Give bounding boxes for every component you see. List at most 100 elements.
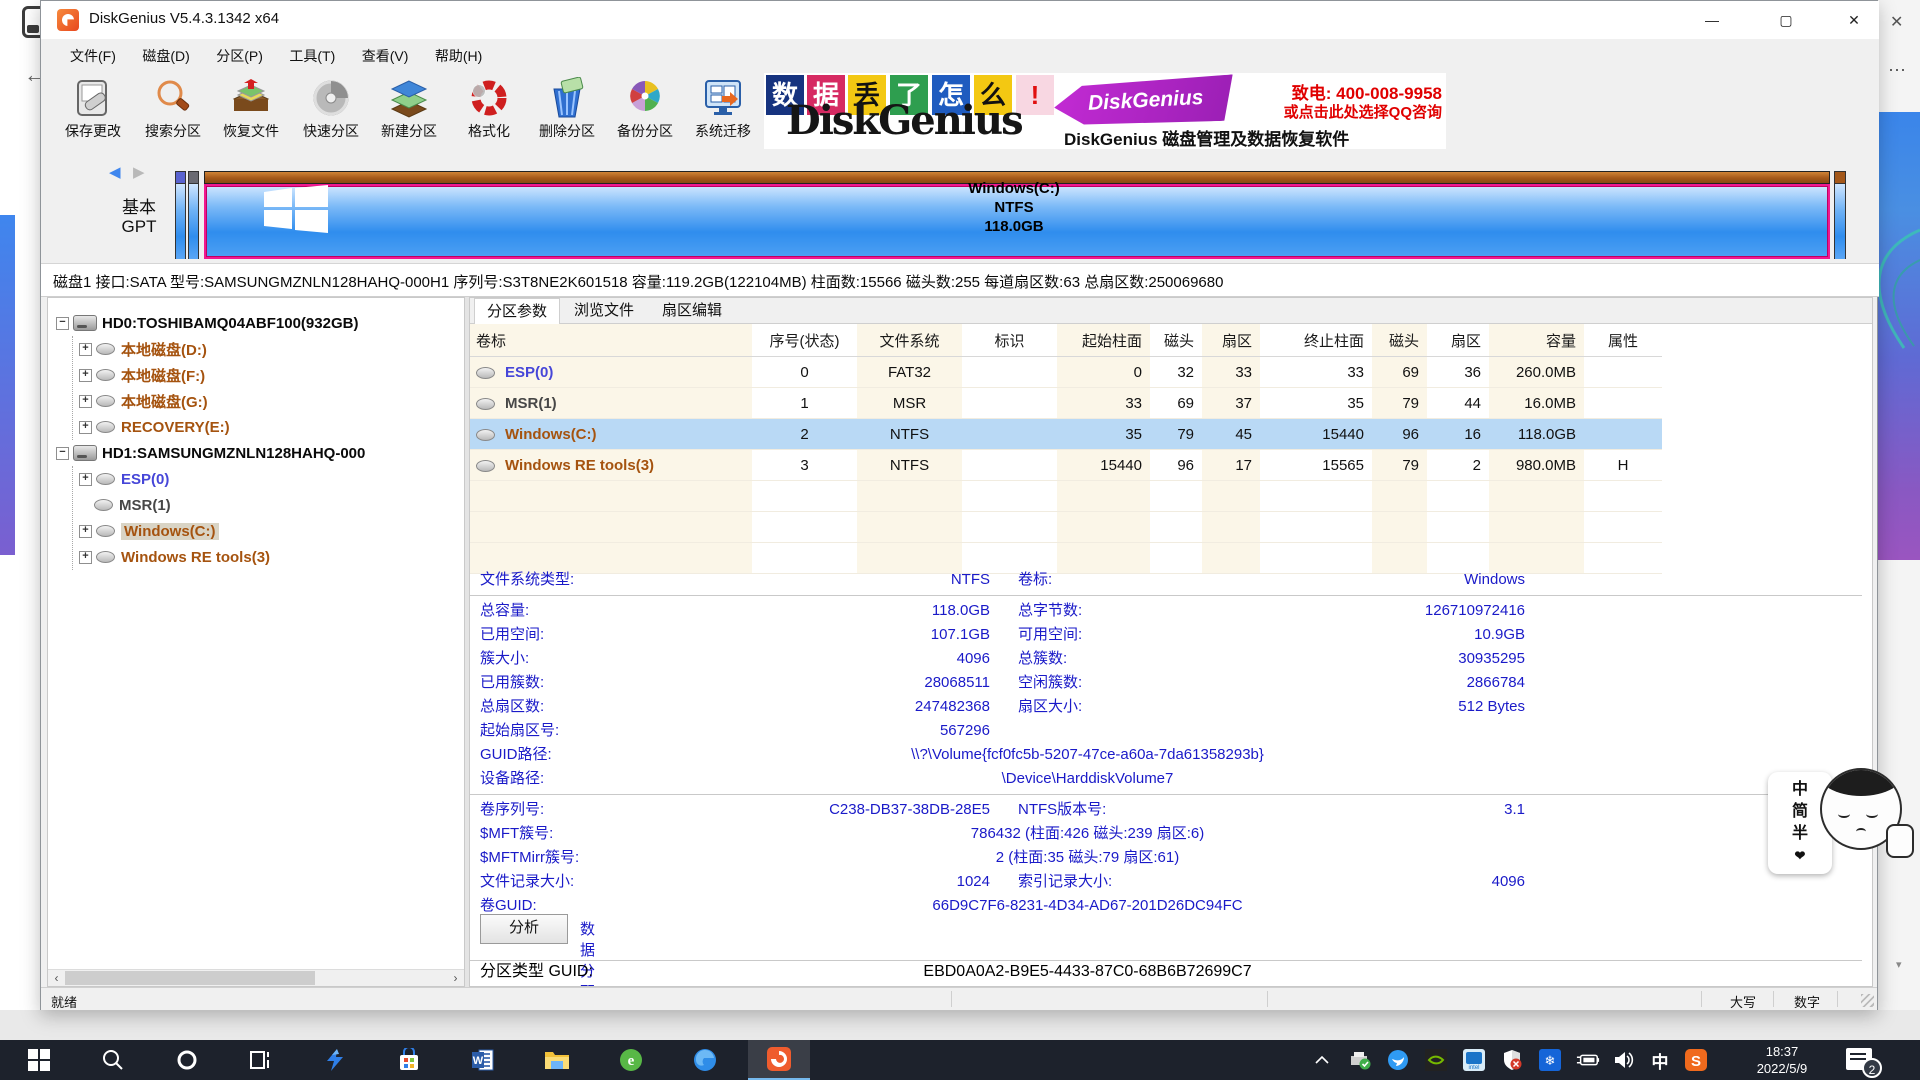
partition-scheme-label: GPT [99, 217, 179, 237]
promo-banner[interactable]: 数 据 丢 了 怎 么 ! DiskGenius DiskGenius 致电: … [764, 73, 1446, 149]
quick-partition-icon [310, 77, 352, 119]
heart-icon[interactable]: ❤ [1795, 846, 1806, 866]
tree-item-local-f[interactable]: + 本地磁盘(F:) [73, 362, 464, 388]
sogou-ime-widget[interactable]: 中 简 半 ❤ [1768, 768, 1918, 876]
behind-window-dropdown-icon[interactable]: ▾ [1896, 958, 1902, 971]
quick-partition-button[interactable]: 快速分区 [291, 75, 371, 147]
partition-icon [96, 343, 115, 355]
expand-icon[interactable]: + [79, 473, 92, 486]
tray-sogou-icon[interactable]: S [1684, 1048, 1708, 1072]
table-row-msr[interactable]: MSR(1) 1 MSR 33 69 37 35 79 44 16.0MB [470, 388, 1662, 419]
format-button[interactable]: 格式化 [449, 75, 529, 147]
tree-item-recovery-e[interactable]: + RECOVERY(E:) [73, 414, 464, 440]
expand-icon[interactable]: + [79, 421, 92, 434]
partition-block-winre[interactable] [1834, 171, 1846, 259]
tab-browse-files[interactable]: 浏览文件 [562, 298, 646, 324]
ime-halfwidth-mode[interactable]: 半 [1792, 824, 1808, 844]
partition-icon [476, 429, 495, 441]
menu-tools[interactable]: 工具(T) [278, 39, 346, 73]
mascot-paw [1886, 824, 1914, 858]
collapse-icon[interactable]: − [56, 317, 69, 330]
taskbar-clock[interactable]: 18:37 2022/5/9 [1730, 1043, 1834, 1077]
analyze-button[interactable]: 分析 [480, 914, 568, 944]
system-migration-button[interactable]: 系统迁移 [683, 75, 763, 147]
delete-partition-button[interactable]: 删除分区 [527, 75, 607, 147]
detail-row: $MFT簇号:786432 (柱面:426 磁头:239 扇区:6) [480, 822, 1525, 846]
status-capslock: 大写 [1717, 992, 1769, 1011]
table-row-windows-re[interactable]: Windows RE tools(3) 3 NTFS 15440 96 17 1… [470, 450, 1662, 481]
scrollbar-thumb[interactable] [65, 971, 315, 985]
save-changes-button[interactable]: 保存更改 [53, 75, 133, 147]
behind-window-more-icon[interactable]: ⋯ [1888, 60, 1906, 81]
delete-partition-icon [546, 77, 588, 119]
tree-horizontal-scrollbar[interactable]: ‹ › [48, 969, 464, 986]
tray-ime-mode-icon[interactable]: 中 [1648, 1048, 1672, 1072]
tray-power-icon[interactable] [1576, 1048, 1600, 1072]
tree-item-local-d[interactable]: + 本地磁盘(D:) [73, 336, 464, 362]
partition-detail-panel: 分区参数 浏览文件 扇区编辑 卷标 序号(状态) 文件系统 标识 起始柱面 磁头… [469, 297, 1873, 987]
wallpaper-left-sliver [0, 215, 15, 555]
recover-files-button[interactable]: 恢复文件 [211, 75, 291, 147]
nav-right-arrow-icon[interactable]: ▶ [133, 163, 145, 181]
tray-security-shield-icon[interactable] [1500, 1048, 1524, 1072]
scroll-left-icon[interactable]: ‹ [48, 970, 65, 986]
menu-view[interactable]: 查看(V) [351, 39, 420, 73]
banner-qq-link[interactable]: 或点击此处选择QQ咨询 [1204, 101, 1442, 122]
desktop-right-strip [1878, 0, 1920, 1040]
menu-file[interactable]: 文件(F) [59, 39, 127, 73]
tree-item-esp[interactable]: + ESP(0) [73, 466, 464, 492]
tray-printer-icon[interactable] [1348, 1048, 1372, 1072]
partition-block-esp[interactable] [175, 171, 186, 259]
tree-item-local-g[interactable]: + 本地磁盘(G:) [73, 388, 464, 414]
partition-icon [96, 525, 115, 537]
expand-icon[interactable]: + [79, 343, 92, 356]
disk-info-bar: 磁盘1 接口:SATA 型号:SAMSUNGMZNLN128HAHQ-000H1… [41, 263, 1879, 297]
tab-sector-edit[interactable]: 扇区编辑 [650, 298, 734, 324]
partition-icon [96, 551, 115, 563]
menu-disk[interactable]: 磁盘(D) [131, 39, 200, 73]
menu-partition[interactable]: 分区(P) [205, 39, 274, 73]
taskbar: W e intel ❄ [0, 1040, 1920, 1080]
expand-icon[interactable]: + [79, 551, 92, 564]
status-ready: 就绪 [51, 992, 77, 1011]
expand-icon[interactable]: + [79, 369, 92, 382]
tray-volume-icon[interactable] [1612, 1048, 1636, 1072]
backup-partition-button[interactable]: 备份分区 [605, 75, 685, 147]
tray-chevron-up-icon[interactable] [1310, 1048, 1334, 1072]
partition-block-msr[interactable] [188, 171, 199, 259]
table-row-esp[interactable]: ESP(0) 0 FAT32 0 32 33 33 69 36 260.0MB [470, 357, 1662, 388]
table-row-windows-c[interactable]: Windows(C:) 2 NTFS 35 79 45 15440 96 16 … [470, 419, 1662, 450]
tray-intel-graphics-icon[interactable]: intel [1462, 1048, 1486, 1072]
maximize-button[interactable]: ▢ [1763, 1, 1809, 39]
tree-item-msr[interactable]: MSR(1) [73, 492, 464, 518]
menu-help[interactable]: 帮助(H) [424, 39, 493, 73]
expand-icon[interactable]: + [79, 525, 92, 538]
partition-block-windows-c[interactable]: Windows(C:) NTFS 118.0GB [204, 171, 1830, 259]
system-migration-icon [702, 77, 744, 119]
behind-window-close-icon[interactable]: ✕ [1890, 12, 1903, 32]
detail-row: 总容量:118.0GB 总字节数:126710972416 [480, 599, 1525, 623]
expand-icon[interactable]: + [79, 395, 92, 408]
close-button[interactable]: ✕ [1831, 1, 1877, 39]
tree-item-windows-c[interactable]: + Windows(C:) [73, 518, 464, 544]
ime-chinese-mode[interactable]: 中 [1792, 780, 1808, 800]
tree-item-windows-re[interactable]: + Windows RE tools(3) [73, 544, 464, 570]
tree-item-hd1[interactable]: − HD1:SAMSUNGMZNLN128HAHQ-000 [56, 440, 464, 466]
search-partition-button[interactable]: 搜索分区 [133, 75, 213, 147]
partition-icon [476, 367, 495, 379]
new-partition-button[interactable]: 新建分区 [369, 75, 449, 147]
tab-partition-params[interactable]: 分区参数 [474, 298, 560, 326]
collapse-icon[interactable]: − [56, 447, 69, 460]
nav-left-arrow-icon[interactable]: ◀ [109, 163, 121, 181]
toolbar: 保存更改 搜索分区 恢复文件 快速分区 新建分区 格式化 删除分区 备份分区 [41, 71, 1879, 150]
tray-snowflake-icon[interactable]: ❄ [1538, 1048, 1562, 1072]
tree-item-hd0[interactable]: − HD0:TOSHIBAMQ04ABF100(932GB) [56, 310, 464, 336]
tray-dingtalk-icon[interactable] [1386, 1048, 1410, 1072]
tray-nvidia-icon[interactable] [1424, 1048, 1448, 1072]
scroll-right-icon[interactable]: › [447, 970, 464, 986]
resize-grip[interactable] [1861, 994, 1874, 1007]
disk-icon [73, 315, 97, 331]
ime-simplified-mode[interactable]: 简 [1792, 802, 1808, 822]
minimize-button[interactable]: — [1689, 1, 1735, 39]
partition-icon [96, 369, 115, 381]
